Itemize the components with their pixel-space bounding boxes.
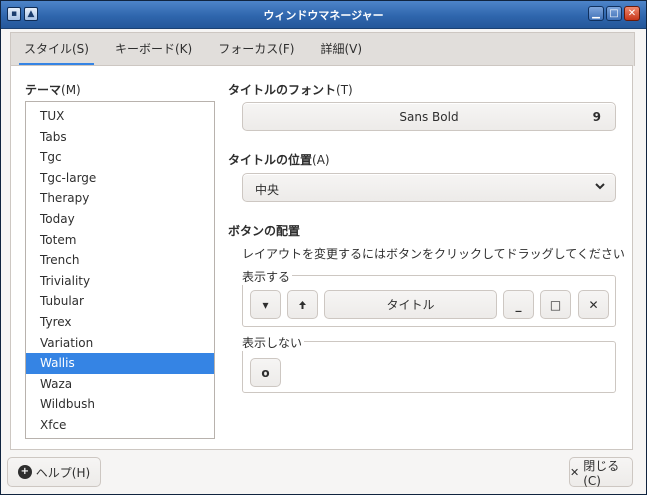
tab-advanced[interactable]: 詳細(V) xyxy=(308,33,376,66)
hidden-label: 表示しない xyxy=(242,334,305,351)
minimize-layout-button[interactable]: _ xyxy=(503,290,534,319)
arrow-up-icon xyxy=(299,300,306,309)
tab-keyboard[interactable]: キーボード(K) xyxy=(102,33,205,66)
theme-item-wildbush[interactable]: Wildbush xyxy=(26,394,214,415)
title-position-value: 中央 xyxy=(255,183,280,197)
tab-focus[interactable]: フォーカス(F) xyxy=(205,33,307,66)
theme-item-xfce[interactable]: Xfce xyxy=(26,415,214,436)
theme-item-totem[interactable]: Totem xyxy=(26,230,214,251)
close-layout-button[interactable]: ✕ xyxy=(578,290,609,319)
theme-item-tubular[interactable]: Tubular xyxy=(26,291,214,312)
tab-bar: スタイル(S) キーボード(K) フォーカス(F) 詳細(V) xyxy=(10,32,635,66)
shown-buttons-frame[interactable]: ▾ タイトル _ □ ✕ xyxy=(242,275,616,327)
close-button-label: 閉じる(C) xyxy=(583,458,620,488)
maximize-button[interactable]: □ xyxy=(606,6,622,21)
close-window-button[interactable]: ✕ xyxy=(624,6,640,21)
help-button[interactable]: + ヘルプ(H) xyxy=(7,457,101,487)
help-button-label: ヘルプ(H) xyxy=(35,465,91,480)
theme-item-therapy[interactable]: Therapy xyxy=(26,188,214,209)
maximize-layout-button[interactable]: □ xyxy=(540,290,571,319)
title-position-label: タイトルの位置(A) xyxy=(228,153,330,167)
minimize-button[interactable]: ▁ xyxy=(588,6,604,21)
title-position-dropdown[interactable]: 中央 xyxy=(242,173,616,202)
window: ▪ ▲ ウィンドウマネージャー ▁ □ ✕ スタイル(S) キーボード(K) フ… xyxy=(0,0,647,495)
theme-item-tux[interactable]: TUX xyxy=(26,106,214,127)
window-controls: ▁ □ ✕ xyxy=(588,6,640,21)
shown-label: 表示する xyxy=(242,268,293,285)
theme-item-variation[interactable]: Variation xyxy=(26,333,214,354)
theme-list[interactable]: TUX Tabs Tgc Tgc-large Therapy Today Tot… xyxy=(25,101,215,439)
help-icon: + xyxy=(17,465,32,479)
stick-button[interactable] xyxy=(287,290,318,319)
chevron-down-icon xyxy=(594,180,606,196)
theme-item-waza[interactable]: Waza xyxy=(26,374,214,395)
shade-button[interactable]: o xyxy=(250,358,281,387)
theme-label: テーマ(M) xyxy=(25,83,81,97)
tab-style[interactable]: スタイル(S) xyxy=(11,33,102,66)
theme-item-tgc[interactable]: Tgc xyxy=(26,147,214,168)
theme-item-trench[interactable]: Trench xyxy=(26,250,214,271)
button-layout-label: ボタンの配置 xyxy=(228,224,301,238)
theme-item-tyrex[interactable]: Tyrex xyxy=(26,312,214,333)
theme-item-today[interactable]: Today xyxy=(26,209,214,230)
font-name: Sans Bold xyxy=(399,110,459,124)
theme-item-wallis[interactable]: Wallis xyxy=(26,353,214,374)
button-layout-hint: レイアウトを変更するにはボタンをクリックしてドラッグしてください xyxy=(242,247,625,261)
font-size: 9 xyxy=(592,110,601,124)
menu-button[interactable]: ▾ xyxy=(250,290,281,319)
close-icon: ✕ xyxy=(570,465,580,479)
title-bar[interactable]: ▪ ▲ ウィンドウマネージャー ▁ □ ✕ xyxy=(1,1,646,29)
title-font-button[interactable]: Sans Bold 9 xyxy=(242,102,616,131)
title-font-label: タイトルのフォント(T) xyxy=(228,83,353,97)
close-button[interactable]: ✕ 閉じる(C) xyxy=(569,457,633,488)
theme-item-tabs[interactable]: Tabs xyxy=(26,127,214,148)
theme-item-tgc-large[interactable]: Tgc-large xyxy=(26,168,214,189)
title-layout-button[interactable]: タイトル xyxy=(324,290,497,319)
theme-item-triviality[interactable]: Triviality xyxy=(26,271,214,292)
window-title: ウィンドウマネージャー xyxy=(263,9,384,22)
